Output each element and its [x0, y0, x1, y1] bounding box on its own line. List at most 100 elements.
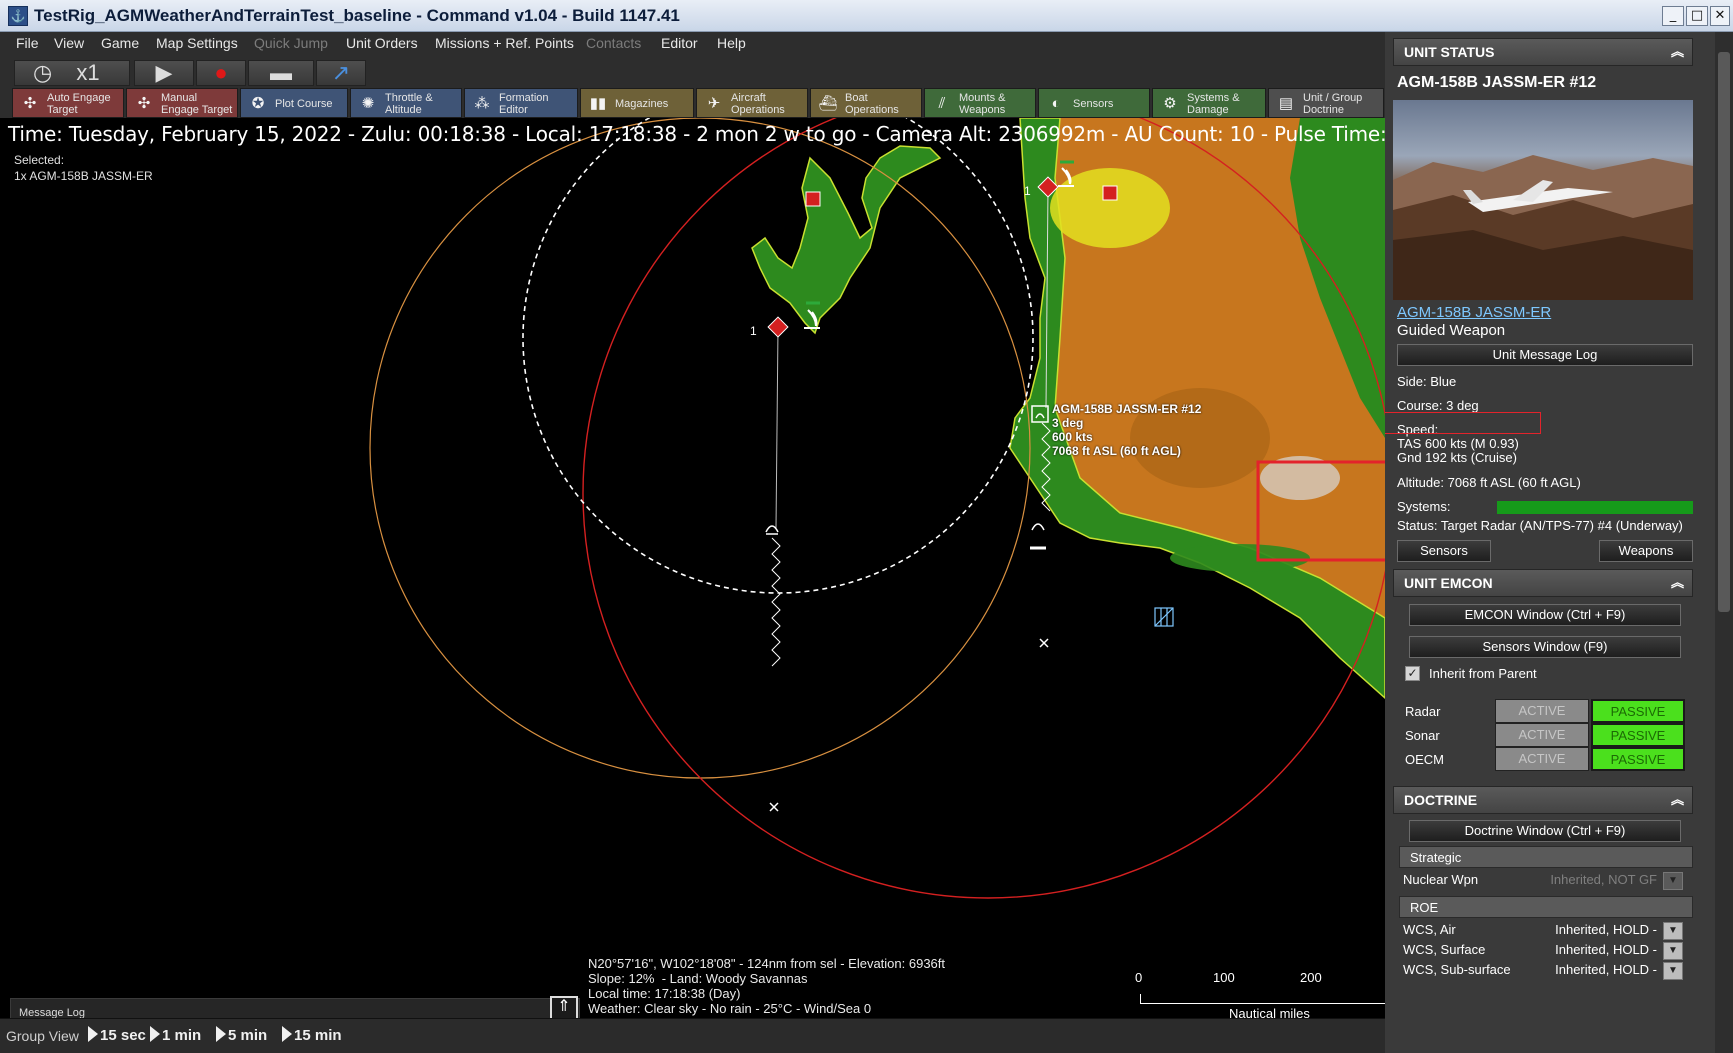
- menu-quick-jump[interactable]: Quick Jump: [254, 35, 328, 51]
- systems-damage-button[interactable]: ⚙ Systems & Damage: [1152, 88, 1266, 118]
- close-button[interactable]: ✕: [1710, 6, 1730, 26]
- group-view-label[interactable]: Group View: [6, 1028, 79, 1044]
- formation-editor-button[interactable]: ⁂ Formation Editor: [464, 88, 578, 118]
- oecm-active-button[interactable]: ACTIVE: [1495, 747, 1589, 771]
- chevron-down-icon[interactable]: ▼: [1663, 922, 1683, 940]
- systems-icon: ⚙: [1163, 95, 1177, 112]
- chevron-down-icon[interactable]: ▼: [1663, 942, 1683, 960]
- maximize-button[interactable]: □: [1686, 6, 1708, 26]
- waypoint-x-1[interactable]: [1039, 638, 1049, 648]
- aircraft-ops-button[interactable]: ✈ Aircraft Operations: [696, 88, 808, 118]
- menu-map-settings[interactable]: Map Settings: [156, 35, 238, 51]
- menu-contacts[interactable]: Contacts: [586, 35, 641, 51]
- step-arrow-icon: [88, 1026, 98, 1042]
- doctrine-row-wcs-subsurface[interactable]: WCS, Sub-surface Inherited, HOLD - ▼: [1403, 962, 1693, 982]
- time-step-15sec[interactable]: 15 sec: [88, 1026, 146, 1044]
- oecm-passive-button[interactable]: PASSIVE: [1591, 747, 1685, 771]
- auto-engage-button[interactable]: ✣ Auto Engage Target: [12, 88, 124, 118]
- chevron-down-icon[interactable]: ▼: [1663, 962, 1683, 980]
- boat-label: Boat Operations: [845, 92, 899, 116]
- scale-tick-100: 100: [1213, 970, 1235, 985]
- highlight-box-speed: [1385, 412, 1541, 434]
- panel-scrollbar[interactable]: [1715, 32, 1733, 1053]
- menu-unit-orders[interactable]: Unit Orders: [346, 35, 418, 51]
- unit-status-header[interactable]: UNIT STATUS ︽: [1393, 38, 1693, 66]
- minimize-button[interactable]: _: [1662, 6, 1684, 26]
- time-step-label: 1 min: [162, 1027, 202, 1044]
- emcon-oecm-label: OECM: [1405, 752, 1444, 767]
- unit-map-speed: 600 kts: [1052, 430, 1093, 444]
- radar-active-button[interactable]: ACTIVE: [1495, 699, 1589, 723]
- time-step-label: 15 min: [294, 1027, 342, 1044]
- scale-tick-0: 0: [1135, 970, 1143, 985]
- doctrine-window-button[interactable]: Doctrine Window (Ctrl + F9): [1409, 820, 1681, 842]
- menu-file[interactable]: File: [16, 35, 39, 51]
- selected-value: 1x AGM-158B JASSM-ER: [14, 169, 153, 183]
- missile-symbol-east-2[interactable]: [1030, 523, 1046, 550]
- inherit-checkbox[interactable]: ✓: [1405, 666, 1420, 681]
- throttle-button[interactable]: ✺ Throttle & Altitude: [350, 88, 462, 118]
- menu-editor[interactable]: Editor: [661, 35, 698, 51]
- message-log-expand-button[interactable]: ⇑: [550, 996, 578, 1018]
- sonar-active-button[interactable]: ACTIVE: [1495, 723, 1589, 747]
- menu-help[interactable]: Help: [717, 35, 746, 51]
- doctrine-button[interactable]: ▤ Unit / Group Doctrine: [1268, 88, 1384, 118]
- time-compression-button[interactable]: ◷ x1: [14, 60, 130, 86]
- unit-photo: [1393, 100, 1693, 300]
- scale-bar: 0 100 200 Nautical miles: [1125, 970, 1385, 1018]
- chevron-down-icon[interactable]: ▼: [1663, 872, 1683, 890]
- sonar-passive-button[interactable]: PASSIVE: [1591, 723, 1685, 747]
- unit-type: Guided Weapon: [1397, 322, 1506, 339]
- waypoint-x-2[interactable]: [769, 802, 779, 812]
- doctrine-row-wcs-surface[interactable]: WCS, Surface Inherited, HOLD - ▼: [1403, 942, 1693, 962]
- reference-point-grid[interactable]: [1154, 607, 1174, 627]
- collapse-icon[interactable]: ︽: [1671, 39, 1684, 65]
- radar-passive-button[interactable]: PASSIVE: [1591, 699, 1685, 723]
- unit-emcon-header[interactable]: UNIT EMCON ︽: [1393, 569, 1693, 597]
- emcon-sonar-label: Sonar: [1405, 728, 1440, 743]
- doctrine-icon: ▤: [1278, 95, 1294, 112]
- doctrine-row-nuclear[interactable]: Nuclear Wpn Inherited, NOT GF ▼: [1403, 872, 1693, 892]
- menu-missions[interactable]: Missions + Ref. Points: [435, 35, 574, 51]
- roe-subheader[interactable]: ROE: [1399, 896, 1693, 918]
- record-button[interactable]: ●: [196, 60, 246, 86]
- manual-engage-button[interactable]: ✣ Manual Engage Target: [126, 88, 238, 118]
- panel-sensors-button[interactable]: Sensors: [1397, 540, 1491, 562]
- emcon-window-button[interactable]: EMCON Window (Ctrl + F9): [1409, 604, 1681, 626]
- doctrine-title: DOCTRINE: [1404, 792, 1478, 808]
- message-log-bar[interactable]: Message Log: [10, 998, 580, 1018]
- time-compression-value: x1: [76, 60, 100, 85]
- unit-message-log-button[interactable]: Unit Message Log: [1397, 344, 1693, 366]
- valley-green-area: [1170, 544, 1310, 572]
- step-button[interactable]: ▬: [248, 60, 314, 86]
- panel-weapons-button[interactable]: Weapons: [1599, 540, 1693, 562]
- time-step-1min[interactable]: 1 min: [150, 1026, 201, 1044]
- unit-map-label: AGM-158B JASSM-ER #12 3 deg 600 kts 7068…: [1052, 402, 1201, 458]
- mounts-weapons-button[interactable]: ⫽ Mounts & Weapons: [924, 88, 1036, 118]
- unit-class-link[interactable]: AGM-158B JASSM-ER: [1397, 304, 1551, 321]
- target-marker-1[interactable]: [805, 191, 821, 207]
- plot-course-button[interactable]: ✪ Plot Course: [240, 88, 348, 118]
- return-button[interactable]: ↗: [316, 60, 366, 86]
- play-button[interactable]: ▶: [134, 60, 194, 86]
- menu-game[interactable]: Game: [101, 35, 139, 51]
- sensors-button[interactable]: ◐ Sensors: [1038, 88, 1150, 118]
- map-canvas[interactable]: [0, 118, 1385, 1018]
- title-bar: ⚓ TestRig_AGMWeatherAndTerrainTest_basel…: [0, 0, 1733, 32]
- time-step-5min[interactable]: 5 min: [216, 1026, 267, 1044]
- strategic-subheader[interactable]: Strategic: [1399, 846, 1693, 868]
- menu-view[interactable]: View: [54, 35, 84, 51]
- doctrine-header[interactable]: DOCTRINE ︽: [1393, 786, 1693, 814]
- doctrine-row-wcs-air[interactable]: WCS, Air Inherited, HOLD - ▼: [1403, 922, 1693, 942]
- base-marker-west[interactable]: [767, 316, 789, 338]
- cursor-info: N20°57'16", W102°18'08" - 124nm from sel…: [588, 956, 946, 1016]
- magazines-button[interactable]: ▮▮ Magazines: [580, 88, 694, 118]
- target-marker-2[interactable]: [1102, 185, 1118, 201]
- scrollbar-thumb[interactable]: [1718, 52, 1730, 612]
- tactical-map[interactable]: Time: Tuesday, February 15, 2022 - Zulu:…: [0, 118, 1385, 1018]
- collapse-icon[interactable]: ︽: [1671, 570, 1684, 596]
- boat-ops-button[interactable]: ⛴ Boat Operations: [810, 88, 922, 118]
- sensors-window-button[interactable]: Sensors Window (F9): [1409, 636, 1681, 658]
- collapse-icon[interactable]: ︽: [1671, 787, 1684, 813]
- time-step-15min[interactable]: 15 min: [282, 1026, 342, 1044]
